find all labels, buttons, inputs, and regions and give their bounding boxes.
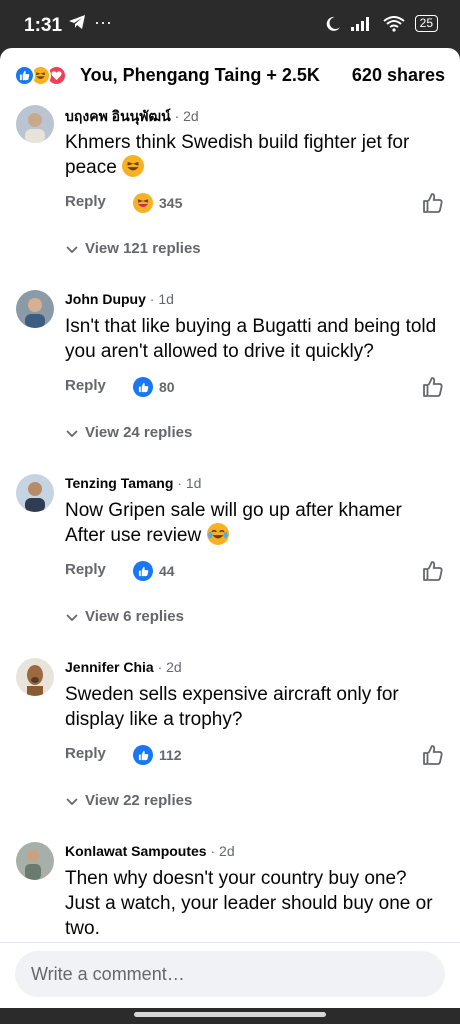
haha-reaction-icon bbox=[133, 193, 153, 213]
reaction-count: 44 bbox=[159, 563, 175, 579]
wifi-icon bbox=[383, 15, 405, 32]
comment-input[interactable] bbox=[15, 951, 445, 997]
like-reaction-icon bbox=[133, 745, 153, 765]
like-thumb-icon[interactable] bbox=[421, 375, 445, 399]
comment-author[interactable]: Tenzing Tamang · 1d bbox=[65, 475, 201, 491]
comment-reactions[interactable]: 44 bbox=[133, 561, 175, 581]
telegram-icon bbox=[69, 15, 85, 29]
comment-author[interactable]: Jennifer Chia · 2d bbox=[65, 659, 182, 675]
reactors-text[interactable]: You, Phengang Taing + 2.5K bbox=[80, 65, 320, 86]
like-reaction-icon bbox=[133, 561, 153, 581]
comment-author[interactable]: บฤงคพ อินนุพัฒน์ · 2d bbox=[65, 106, 199, 128]
comments-sheet: You, Phengang Taing + 2.5K 620 shares บฤ… bbox=[0, 48, 460, 1008]
shares-count[interactable]: 620 shares bbox=[352, 65, 445, 86]
reaction-count: 112 bbox=[159, 747, 182, 763]
chevron-down-icon bbox=[66, 613, 78, 621]
comment-text: Sweden sells expensive aircraft only for… bbox=[65, 684, 399, 730]
laughing-emoji-icon bbox=[122, 155, 145, 177]
moon-icon bbox=[326, 16, 340, 31]
avatar[interactable] bbox=[16, 658, 54, 696]
status-time: 1:31 bbox=[24, 15, 63, 36]
comment-text: Then why doesn't your country buy one? J… bbox=[65, 868, 433, 939]
comment-text: Now Gripen sale will go up after khamer … bbox=[65, 500, 402, 546]
comment-text: Isn't that like buying a Bugatti and bei… bbox=[65, 316, 437, 362]
like-reaction-icon bbox=[133, 377, 153, 397]
view-replies-button[interactable]: View 22 replies bbox=[65, 792, 192, 809]
avatar[interactable] bbox=[16, 105, 54, 143]
chevron-down-icon bbox=[66, 245, 78, 253]
like-thumb-icon[interactable] bbox=[421, 559, 445, 583]
reaction-count: 80 bbox=[159, 379, 175, 395]
chevron-down-icon bbox=[66, 797, 78, 805]
reaction-count: 345 bbox=[159, 195, 183, 211]
system-nav-bar bbox=[0, 1008, 460, 1024]
comment-text: Khmers think Swedish build fighter jet f… bbox=[65, 132, 410, 178]
comment-time: · 1d bbox=[149, 291, 174, 307]
reply-button[interactable]: Reply bbox=[65, 561, 106, 578]
comment-time: · 2d bbox=[210, 843, 235, 859]
reply-button[interactable]: Reply bbox=[65, 377, 106, 394]
chevron-down-icon bbox=[66, 429, 78, 437]
status-bar: 1:31 ··· 25 bbox=[0, 0, 460, 48]
comment-reactions[interactable]: 345 bbox=[133, 193, 182, 213]
like-thumb-icon[interactable] bbox=[421, 743, 445, 767]
view-replies-button[interactable]: View 121 replies bbox=[65, 240, 201, 257]
avatar[interactable] bbox=[16, 474, 54, 512]
avatar[interactable] bbox=[16, 290, 54, 328]
view-replies-button[interactable]: View 6 replies bbox=[65, 608, 184, 625]
more-dots-icon: ··· bbox=[94, 12, 112, 32]
reply-button[interactable]: Reply bbox=[65, 193, 106, 210]
comment-composer bbox=[0, 942, 460, 1008]
comment-reactions[interactable]: 112 bbox=[133, 745, 182, 765]
like-thumb-icon[interactable] bbox=[421, 191, 445, 215]
avatar[interactable] bbox=[16, 842, 54, 880]
comment-reactions[interactable]: 80 bbox=[133, 377, 175, 397]
comment-time: · 1d bbox=[177, 475, 202, 491]
reply-button[interactable]: Reply bbox=[65, 745, 106, 762]
comment-author[interactable]: John Dupuy · 1d bbox=[65, 291, 174, 307]
reactions-summary[interactable]: You, Phengang Taing + 2.5K 620 shares bbox=[0, 48, 460, 102]
comment-author[interactable]: Konlawat Sampoutes · 2d bbox=[65, 843, 235, 859]
like-reaction-icon bbox=[14, 65, 35, 86]
comment-time: · 2d bbox=[174, 108, 199, 124]
tears-of-joy-emoji-icon bbox=[206, 523, 229, 545]
view-replies-button[interactable]: View 24 replies bbox=[65, 424, 192, 441]
signal-icon bbox=[350, 16, 369, 31]
comment-time: · 2d bbox=[157, 659, 182, 675]
battery-indicator: 25 bbox=[414, 15, 438, 32]
reaction-icons[interactable] bbox=[14, 65, 67, 86]
home-indicator[interactable] bbox=[134, 1012, 326, 1017]
